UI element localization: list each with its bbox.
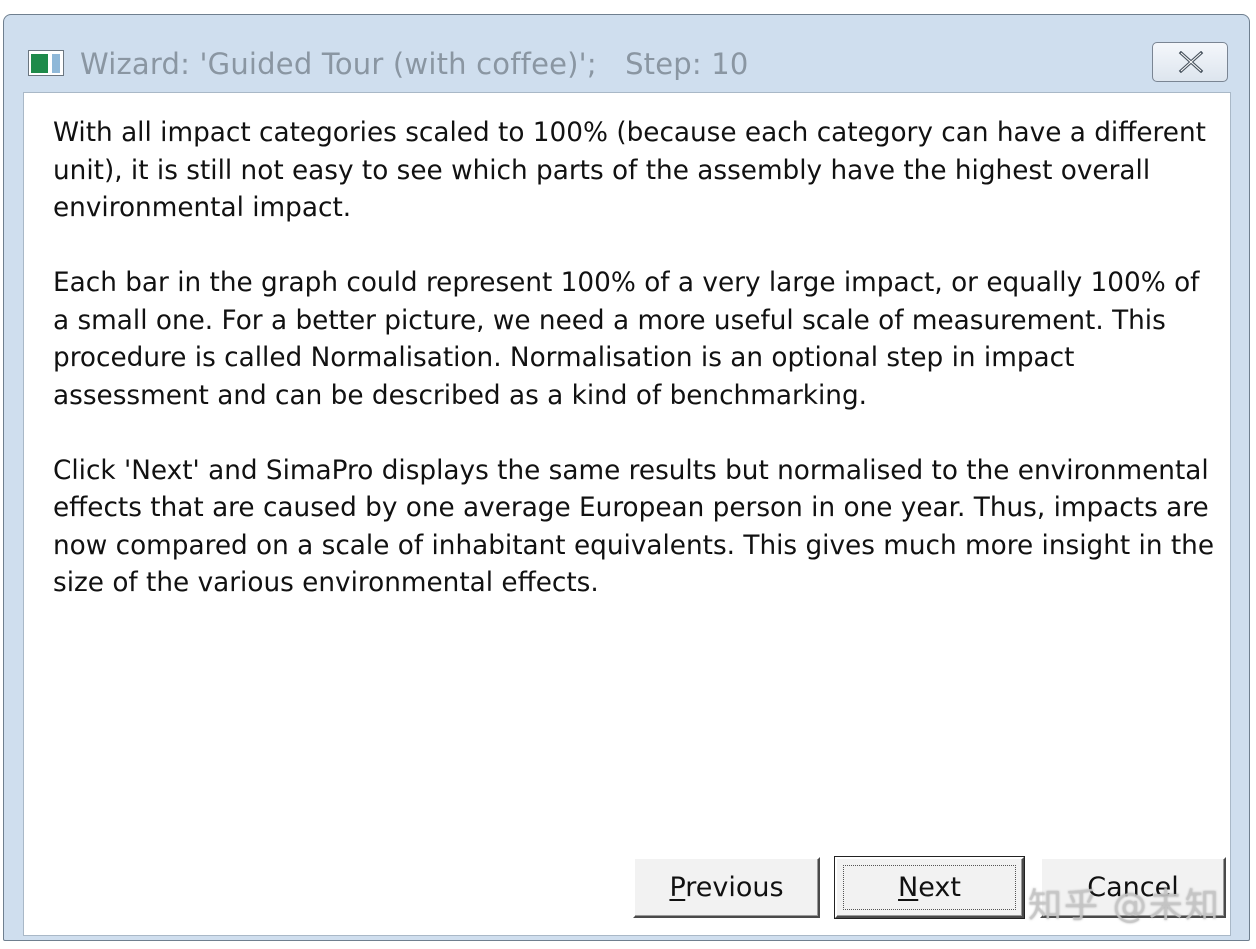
close-button[interactable] bbox=[1152, 42, 1228, 82]
paragraph-3: Click 'Next' and SimaPro displays the sa… bbox=[53, 455, 1215, 599]
window-title: Wizard: 'Guided Tour (with coffee)'; Ste… bbox=[80, 47, 749, 81]
next-label: ext bbox=[918, 872, 961, 903]
watermark: 知乎 @未知 bbox=[1028, 886, 1221, 926]
next-mnemonic: N bbox=[898, 872, 919, 903]
wizard-window: Wizard: 'Guided Tour (with coffee)'; Ste… bbox=[3, 14, 1250, 941]
next-button[interactable]: Next bbox=[834, 856, 1025, 919]
previous-button[interactable]: Previous bbox=[633, 857, 820, 918]
previous-mnemonic: P bbox=[669, 872, 686, 903]
paragraph-1: With all impact categories scaled to 100… bbox=[53, 118, 1206, 223]
previous-label: revious bbox=[685, 872, 784, 903]
paragraph-2: Each bar in the graph could represent 10… bbox=[53, 268, 1200, 411]
simapro-window-icon bbox=[28, 50, 64, 76]
wizard-content-area: With all impact categories scaled to 100… bbox=[23, 92, 1231, 936]
title-bar[interactable]: Wizard: 'Guided Tour (with coffee)'; Ste… bbox=[4, 15, 1249, 93]
wizard-text: With all impact categories scaled to 100… bbox=[53, 115, 1223, 640]
close-icon bbox=[1178, 51, 1204, 73]
